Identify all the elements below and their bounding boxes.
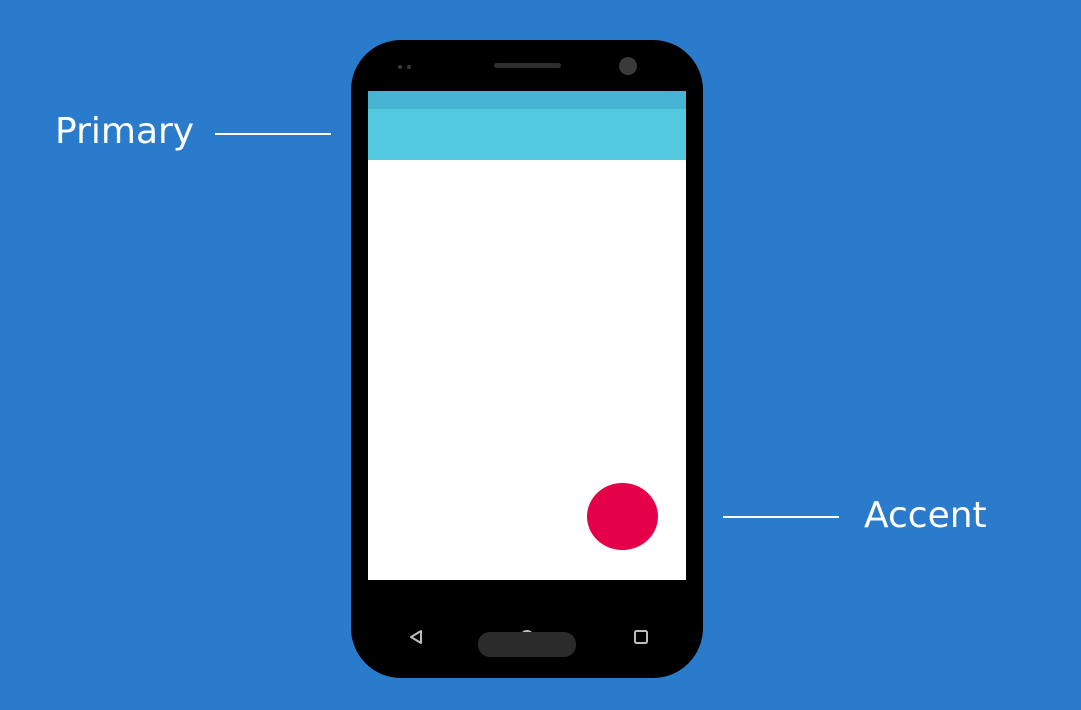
hardware-home-key[interactable] [478,632,576,657]
accent-connector-line [723,516,839,518]
floating-action-button-accent[interactable] [587,483,658,550]
phone-device [351,40,703,678]
diagram-canvas: Primary Accent [0,0,1081,710]
sensor-dots-icon [398,65,412,70]
accent-label: Accent [864,495,987,536]
nav-back-icon[interactable] [406,627,426,647]
app-bar-primary [368,109,686,160]
front-camera-icon [619,57,637,75]
phone-screen [368,91,686,580]
status-bar [368,91,686,109]
nav-recent-apps-icon[interactable] [631,627,651,647]
primary-connector-line [215,133,331,135]
primary-label: Primary [55,111,195,152]
earpiece-speaker [494,63,561,68]
